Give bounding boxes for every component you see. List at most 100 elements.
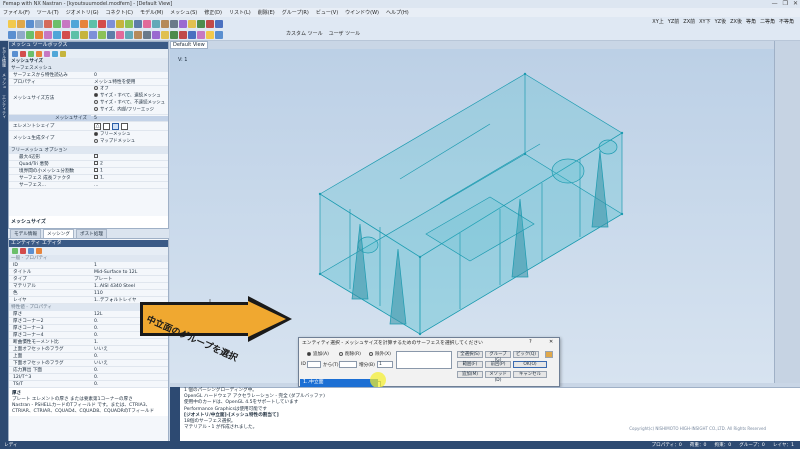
editor-row[interactable]: タイプ プレート	[9, 276, 168, 283]
open-icon[interactable]	[17, 19, 25, 28]
method-button[interactable]: メソッド(D)	[485, 371, 511, 383]
menu-tools[interactable]: ツール(T)	[37, 9, 59, 16]
editor-row[interactable]: TS/T 0.	[9, 381, 168, 388]
view-yz-front-button[interactable]: YZ前	[668, 18, 679, 25]
custom-icon[interactable]	[197, 30, 205, 39]
menu-list[interactable]: リスト(L)	[229, 9, 251, 16]
visibility-icon[interactable]	[107, 30, 115, 39]
range-button[interactable]: 範囲(F)	[457, 361, 483, 368]
dropdown-selected-item[interactable]: 1..中立面	[300, 379, 378, 387]
tab-model-info[interactable]: モデル情報	[10, 228, 41, 239]
editor-row[interactable]: タイトル Mid-Surface to 12L	[9, 269, 168, 276]
label-icon[interactable]	[98, 30, 106, 39]
toolbox-tool-icon[interactable]	[36, 50, 42, 57]
mesh-size-row[interactable]: メッシュサイズ 5	[9, 115, 168, 122]
left-strip-tab[interactable]: エンティティ	[1, 95, 7, 119]
quad-shape-icon[interactable]	[103, 122, 110, 130]
editor-row[interactable]: 応力算出 下面 0.	[9, 367, 168, 374]
panel-icon[interactable]	[215, 30, 223, 39]
view-isometric-button[interactable]: 等角	[746, 18, 756, 25]
toolbox-tool-icon[interactable]	[52, 50, 58, 57]
menu-model[interactable]: モデル(M)	[140, 9, 163, 16]
toolbox-tool-icon[interactable]	[20, 50, 26, 57]
toolbox-row[interactable]: 最大4辺形	[9, 154, 168, 161]
pan-icon[interactable]	[170, 19, 178, 28]
pick-color-icon[interactable]	[545, 351, 553, 358]
toolbox-row[interactable]: Quad/Tri 悪勢 2	[9, 161, 168, 168]
new-icon[interactable]	[8, 19, 16, 28]
rotate-icon[interactable]	[161, 19, 169, 28]
section-icon[interactable]	[143, 30, 151, 39]
view-xy-top-button[interactable]: XY上	[652, 18, 663, 25]
redo-icon[interactable]	[53, 19, 61, 28]
zoom-icon[interactable]	[179, 19, 187, 28]
mesher-mapped[interactable]: マップドメッシュ	[94, 138, 168, 145]
group-icon[interactable]	[215, 19, 223, 28]
user-tools-button[interactable]: ユーザ ツール	[329, 30, 361, 37]
menu-connect[interactable]: コネクト(C)	[106, 9, 133, 16]
toolbox-row[interactable]: プロパティ メッシュ特性を使用	[9, 79, 168, 86]
editor-tool-icon[interactable]	[12, 248, 18, 254]
tab-meshing[interactable]: メッシング	[42, 228, 74, 239]
free-mesh-options-header[interactable]: フリーメッシュ オプション	[9, 147, 168, 154]
undo-icon[interactable]	[44, 19, 52, 28]
element-icon[interactable]	[116, 19, 124, 28]
menu-view[interactable]: ビュー(V)	[316, 9, 338, 16]
editor-row[interactable]: マテリアル 1..AISI 4340 Steel	[9, 283, 168, 290]
editor-row[interactable]: 12I/T^3 0.	[9, 374, 168, 381]
mapped-shape-icon[interactable]	[121, 122, 128, 130]
left-strip-tab[interactable]: モデル情報	[1, 47, 7, 67]
layers-icon[interactable]	[44, 30, 52, 39]
view-regenerate-icon[interactable]	[35, 30, 43, 39]
menu-help[interactable]: ヘルプ(H)	[386, 9, 409, 16]
measure-icon[interactable]	[71, 30, 79, 39]
select-icon[interactable]	[206, 19, 214, 28]
editor-tool-icon[interactable]	[20, 248, 26, 254]
view-zx-front-button[interactable]: ZX前	[683, 18, 695, 25]
close-button[interactable]: ✕	[793, 0, 798, 7]
ok-button[interactable]: OK(O)	[513, 361, 547, 368]
left-strip-tab[interactable]: メッシュ	[1, 73, 7, 89]
constraint-icon[interactable]	[134, 19, 142, 28]
view-yz-back-button[interactable]: YZ後	[715, 18, 726, 25]
menu-file[interactable]: ファイル(F)	[3, 9, 30, 16]
editor-row[interactable]: ID 1	[9, 262, 168, 269]
user-icon[interactable]	[206, 30, 214, 39]
post-icon[interactable]	[152, 19, 160, 28]
toolbox-tool-icon[interactable]	[28, 50, 34, 57]
dialog-close-button[interactable]: ✕	[549, 339, 553, 345]
select-all-button[interactable]: 全選択(S)	[457, 351, 483, 358]
editor-row[interactable]: 下面オフセットのフラグ いいえ	[9, 360, 168, 367]
api-icon[interactable]	[179, 30, 187, 39]
view-select-icon[interactable]	[8, 30, 16, 39]
load-icon[interactable]	[125, 19, 133, 28]
increment-input[interactable]: 1	[377, 361, 393, 368]
view-xy-bottom-button[interactable]: XY下	[699, 18, 710, 25]
point-icon[interactable]	[62, 19, 70, 28]
radio-exclude[interactable]: 除外(X)	[369, 351, 391, 357]
mesh-size-section[interactable]: メッシュサイズ	[9, 58, 168, 65]
minimize-button[interactable]: —	[772, 0, 778, 7]
view-tab-default[interactable]: Default View	[170, 41, 208, 49]
toolbox-tool-icon[interactable]	[12, 50, 18, 57]
mesher-free[interactable]: フリーメッシュ	[94, 131, 168, 138]
sizing-option-internal-free[interactable]: サイズ、内部/フリーエッジ	[94, 107, 168, 114]
menu-geometry[interactable]: ジオメトリ(G)	[66, 9, 99, 16]
deform-icon[interactable]	[125, 30, 133, 39]
maximize-button[interactable]: ❐	[783, 0, 788, 7]
radio-add[interactable]: 追加(A)	[307, 351, 329, 357]
id-to-input[interactable]	[339, 361, 357, 368]
render-icon[interactable]	[197, 19, 205, 28]
group-button[interactable]: グループ(G)	[485, 351, 511, 363]
save-icon[interactable]	[26, 19, 34, 28]
autoscale-icon[interactable]	[188, 19, 196, 28]
dialog-help-button[interactable]: ?	[529, 339, 532, 345]
custom-tools-button[interactable]: カスタム ツール	[286, 30, 323, 37]
menu-window[interactable]: ウインドウ(W)	[345, 9, 379, 16]
view-redraw-icon[interactable]	[26, 30, 34, 39]
mesh-icon[interactable]	[98, 19, 106, 28]
contour-icon[interactable]	[116, 30, 124, 39]
toolbox-tool-icon[interactable]	[60, 50, 66, 57]
editor-row[interactable]: 上面 0.	[9, 353, 168, 360]
max-quad-checkbox[interactable]	[94, 154, 98, 159]
